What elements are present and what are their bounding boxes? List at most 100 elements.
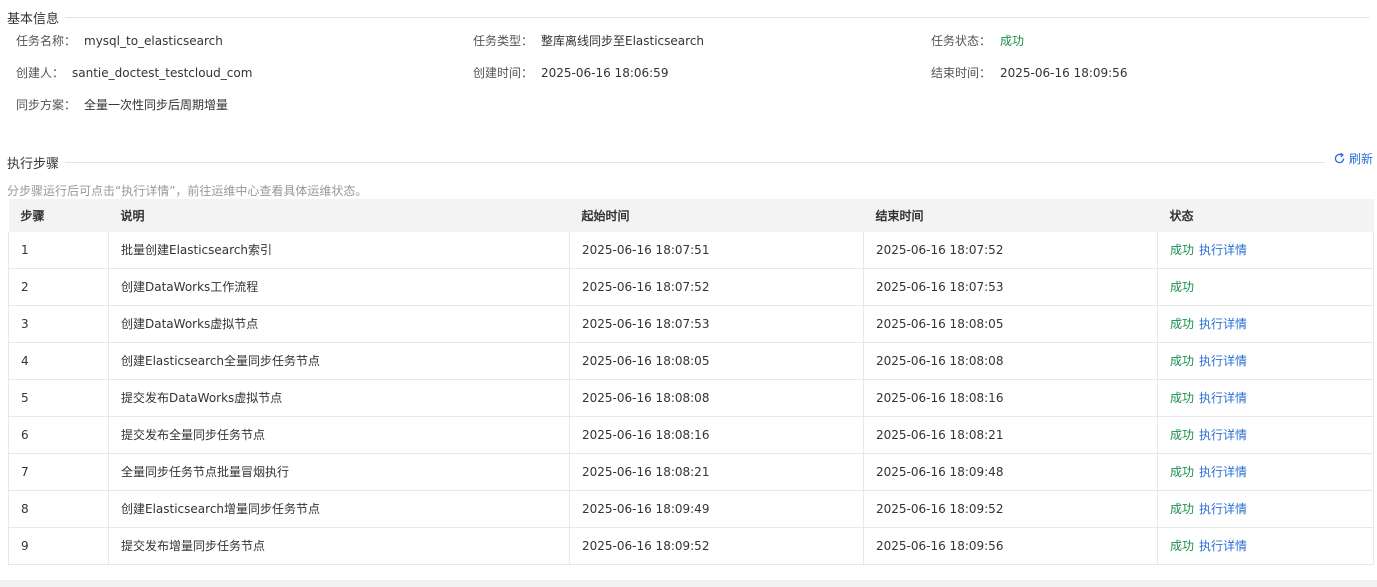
detail-link[interactable]: 执行详情 xyxy=(1199,502,1247,516)
start-time-cell: 2025-06-16 18:08:21 xyxy=(569,453,864,491)
create-time-value: 2025-06-16 18:06:59 xyxy=(541,66,669,80)
status-cell: 成功 执行详情 xyxy=(1157,527,1374,565)
refresh-icon xyxy=(1334,152,1345,164)
step-cell: 5 xyxy=(8,379,109,417)
desc-cell: 创建Elasticsearch全量同步任务节点 xyxy=(108,342,570,380)
step-cell: 1 xyxy=(8,232,109,269)
end-time-cell: 2025-06-16 18:09:52 xyxy=(863,490,1158,528)
steps-table: 步骤 说明 起始时间 结束时间 状态 1 批量创建Elasticsearch索引… xyxy=(8,199,1374,565)
bottom-bar xyxy=(0,580,1377,587)
status-cell: 成功 xyxy=(1157,268,1374,306)
detail-link[interactable]: 执行详情 xyxy=(1199,243,1247,257)
start-time-cell: 2025-06-16 18:08:16 xyxy=(569,416,864,454)
status-badge: 成功 xyxy=(1170,502,1195,516)
table-row: 4 创建Elasticsearch全量同步任务节点 2025-06-16 18:… xyxy=(8,342,1374,380)
status-badge: 成功 xyxy=(1170,428,1195,442)
detail-link[interactable]: 执行详情 xyxy=(1199,428,1247,442)
end-time-cell: 2025-06-16 18:08:08 xyxy=(863,342,1158,380)
task-name-label: 任务名称： xyxy=(16,34,77,48)
start-time-cell: 2025-06-16 18:07:51 xyxy=(569,232,864,269)
detail-link[interactable]: 执行详情 xyxy=(1199,391,1247,405)
desc-cell: 创建DataWorks工作流程 xyxy=(108,268,570,306)
header-end-time: 结束时间 xyxy=(863,199,1158,232)
step-cell: 6 xyxy=(8,416,109,454)
table-header-row: 步骤 说明 起始时间 结束时间 状态 xyxy=(8,199,1374,232)
status-cell: 成功 执行详情 xyxy=(1157,379,1374,417)
header-desc: 说明 xyxy=(108,199,570,232)
task-type-value: 整库离线同步至Elasticsearch xyxy=(541,34,705,48)
step-cell: 2 xyxy=(8,268,109,306)
end-time-label: 结束时间： xyxy=(931,66,992,80)
desc-cell: 提交发布DataWorks虚拟节点 xyxy=(108,379,570,417)
steps-hint: 分步骤运行后可点击“执行详情”，前往运维中心查看具体运维状态。 xyxy=(7,184,368,198)
detail-link[interactable]: 执行详情 xyxy=(1199,317,1247,331)
header-start-time: 起始时间 xyxy=(569,199,864,232)
status-cell: 成功 执行详情 xyxy=(1157,232,1374,269)
step-cell: 8 xyxy=(8,490,109,528)
desc-cell: 批量创建Elasticsearch索引 xyxy=(108,232,570,269)
end-time-cell: 2025-06-16 18:08:05 xyxy=(863,305,1158,343)
status-badge: 成功 xyxy=(1170,539,1195,553)
end-time-cell: 2025-06-16 18:08:21 xyxy=(863,416,1158,454)
start-time-cell: 2025-06-16 18:08:08 xyxy=(569,379,864,417)
status-badge: 成功 xyxy=(1170,465,1195,479)
start-time-cell: 2025-06-16 18:07:52 xyxy=(569,268,864,306)
status-cell: 成功 执行详情 xyxy=(1157,416,1374,454)
status-cell: 成功 执行详情 xyxy=(1157,490,1374,528)
header-status: 状态 xyxy=(1157,199,1374,232)
table-row: 6 提交发布全量同步任务节点 2025-06-16 18:08:16 2025-… xyxy=(8,416,1374,454)
table-row: 9 提交发布增量同步任务节点 2025-06-16 18:09:52 2025-… xyxy=(8,527,1374,565)
status-badge: 成功 xyxy=(1170,243,1195,258)
start-time-cell: 2025-06-16 18:09:52 xyxy=(569,527,864,565)
status-badge: 成功 xyxy=(1170,317,1195,331)
desc-cell: 创建Elasticsearch增量同步任务节点 xyxy=(108,490,570,528)
step-cell: 9 xyxy=(8,527,109,565)
end-time-cell: 2025-06-16 18:09:48 xyxy=(863,453,1158,491)
start-time-cell: 2025-06-16 18:07:53 xyxy=(569,305,864,343)
step-cell: 3 xyxy=(8,305,109,343)
basic-info-title: 基本信息 xyxy=(7,12,60,27)
status-badge: 成功 xyxy=(1170,354,1195,368)
table-row: 7 全量同步任务节点批量冒烟执行 2025-06-16 18:08:21 202… xyxy=(8,453,1374,491)
desc-cell: 提交发布增量同步任务节点 xyxy=(108,527,570,565)
status-badge: 成功 xyxy=(1170,391,1195,405)
table-row: 1 批量创建Elasticsearch索引 2025-06-16 18:07:5… xyxy=(8,232,1374,269)
status-cell: 成功 执行详情 xyxy=(1157,305,1374,343)
basic-info-header: 基本信息 xyxy=(7,8,1371,27)
detail-link[interactable]: 执行详情 xyxy=(1199,465,1247,479)
table-row: 3 创建DataWorks虚拟节点 2025-06-16 18:07:53 20… xyxy=(8,305,1374,343)
refresh-button[interactable]: 刷新 xyxy=(1333,150,1373,167)
sync-plan-label: 同步方案： xyxy=(16,98,77,112)
header-step: 步骤 xyxy=(8,199,109,232)
table-row: 8 创建Elasticsearch增量同步任务节点 2025-06-16 18:… xyxy=(8,490,1374,528)
end-time-cell: 2025-06-16 18:07:53 xyxy=(863,268,1158,306)
sync-plan-value: 全量一次性同步后周期增量 xyxy=(84,98,229,112)
desc-cell: 全量同步任务节点批量冒烟执行 xyxy=(108,453,570,491)
table-row: 2 创建DataWorks工作流程 2025-06-16 18:07:52 20… xyxy=(8,268,1374,306)
detail-link[interactable]: 执行详情 xyxy=(1199,539,1247,553)
create-time-label: 创建时间： xyxy=(473,66,534,80)
refresh-label: 刷新 xyxy=(1348,152,1373,166)
steps-title: 执行步骤 xyxy=(7,157,60,172)
end-time-cell: 2025-06-16 18:07:52 xyxy=(863,232,1158,269)
desc-cell: 创建DataWorks虚拟节点 xyxy=(108,305,570,343)
task-type-label: 任务类型： xyxy=(473,34,534,48)
start-time-cell: 2025-06-16 18:09:49 xyxy=(569,490,864,528)
step-cell: 4 xyxy=(8,342,109,380)
steps-header: 执行步骤 xyxy=(7,153,1326,172)
end-time-value: 2025-06-16 18:09:56 xyxy=(1000,66,1128,80)
end-time-cell: 2025-06-16 18:08:16 xyxy=(863,379,1158,417)
section-divider xyxy=(65,162,1326,163)
status-badge: 成功 xyxy=(1170,280,1195,294)
task-status-label: 任务状态： xyxy=(931,34,992,48)
step-cell: 7 xyxy=(8,453,109,491)
table-row: 5 提交发布DataWorks虚拟节点 2025-06-16 18:08:08 … xyxy=(8,379,1374,417)
end-time-cell: 2025-06-16 18:09:56 xyxy=(863,527,1158,565)
creator-label: 创建人： xyxy=(16,66,65,80)
detail-link[interactable]: 执行详情 xyxy=(1199,354,1247,368)
desc-cell: 提交发布全量同步任务节点 xyxy=(108,416,570,454)
status-cell: 成功 执行详情 xyxy=(1157,453,1374,491)
creator-value: santie_doctest_testcloud_com xyxy=(72,66,253,80)
status-cell: 成功 执行详情 xyxy=(1157,342,1374,380)
task-detail-page: 基本信息 任务名称： mysql_to_elasticsearch 任务类型： … xyxy=(0,0,1377,587)
